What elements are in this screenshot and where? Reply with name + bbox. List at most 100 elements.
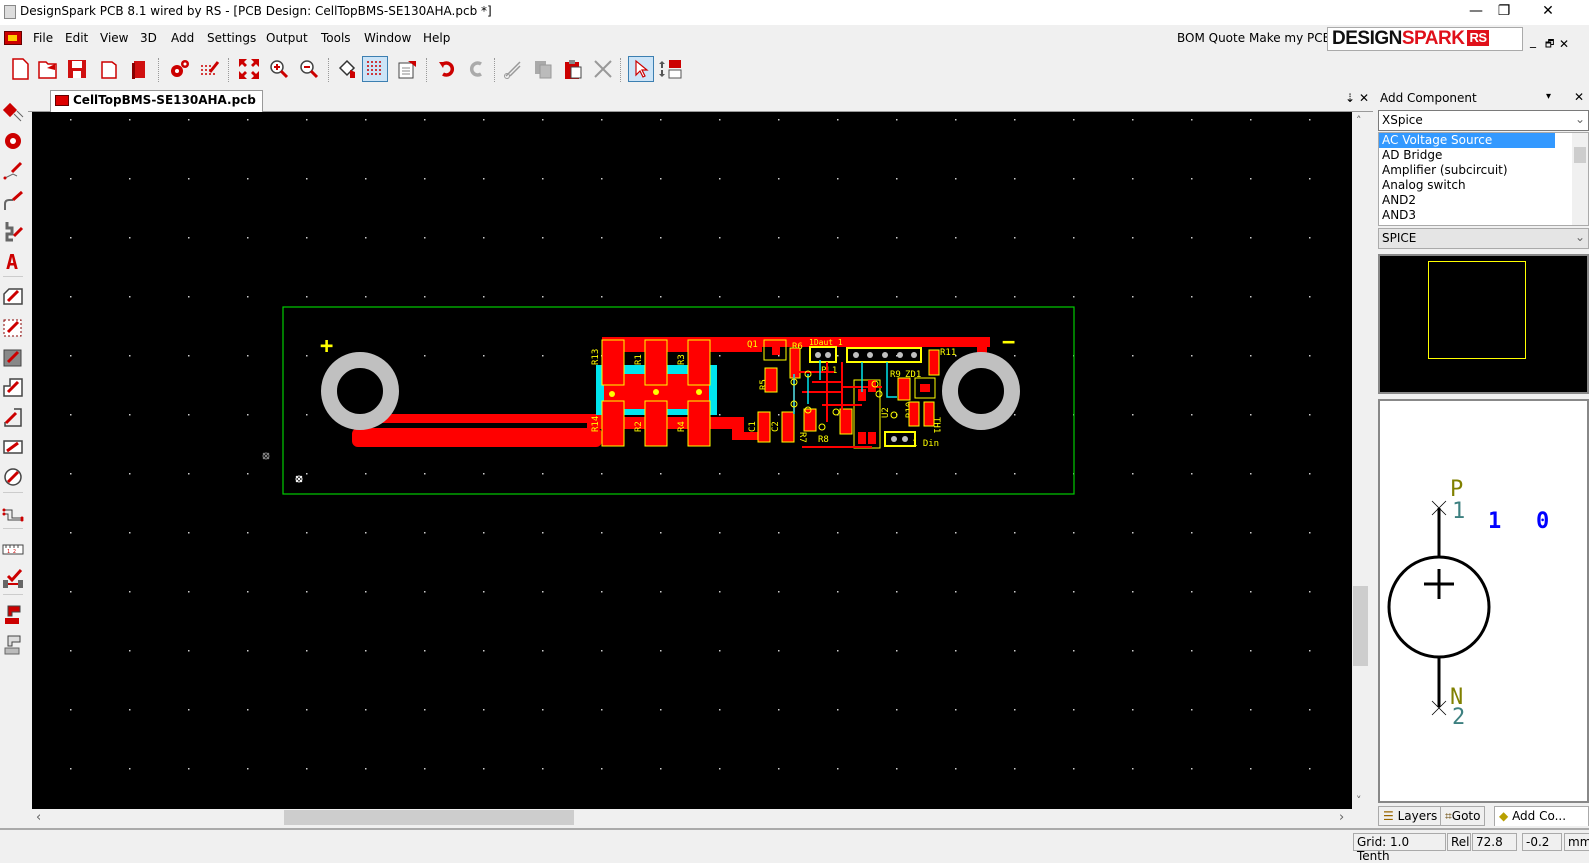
menu-edit[interactable]: Edit bbox=[65, 31, 88, 45]
add-cutout-tool[interactable] bbox=[2, 376, 24, 398]
add-component-tool[interactable] bbox=[2, 100, 24, 122]
add-dimension-tool[interactable]: 1 2 bbox=[2, 538, 24, 560]
add-shape-tool[interactable] bbox=[2, 286, 24, 308]
library-button[interactable] bbox=[126, 56, 152, 82]
menu-help[interactable]: Help bbox=[423, 31, 450, 45]
menu-3d[interactable]: 3D bbox=[140, 31, 157, 45]
panel-close-icon[interactable]: ✕ bbox=[1574, 90, 1584, 104]
add-text-tool[interactable]: A bbox=[2, 250, 24, 272]
tab-add-component[interactable]: ◆ Add Co... bbox=[1494, 806, 1589, 826]
redo-button[interactable] bbox=[464, 56, 490, 82]
pcb-design-canvas[interactable]: + − R13 R1 R3 R14 R2 R4 Q1 R6 1Daut 1 R1… bbox=[32, 112, 1352, 809]
symbol-preview: P 1 1 0 N 2 bbox=[1378, 399, 1589, 803]
menu-file[interactable]: File bbox=[33, 31, 53, 45]
open-file-button[interactable] bbox=[35, 56, 61, 82]
make-my-pcb-link[interactable]: Make my PCB bbox=[1249, 31, 1331, 45]
horizontal-scroll-thumb[interactable] bbox=[284, 810, 574, 825]
pcb-drawing[interactable]: + − R13 R1 R3 R14 R2 R4 Q1 R6 1Daut 1 R1… bbox=[32, 112, 1352, 809]
menu-settings[interactable]: Settings bbox=[207, 31, 256, 45]
properties-button[interactable] bbox=[394, 56, 420, 82]
zoom-out-button[interactable] bbox=[296, 56, 322, 82]
scroll-up-arrow-icon[interactable]: ˄ bbox=[1356, 114, 1362, 127]
mdi-close-button[interactable]: ✕ bbox=[1559, 37, 1569, 51]
add-copper-tool[interactable] bbox=[2, 346, 24, 368]
component-list[interactable]: AC Voltage Source AD Bridge Amplifier (s… bbox=[1378, 132, 1589, 226]
grid-dot bbox=[1191, 237, 1193, 239]
fill-button[interactable] bbox=[334, 56, 360, 82]
menu-tools[interactable]: Tools bbox=[321, 31, 351, 45]
undo-button[interactable] bbox=[434, 56, 460, 82]
pane-close-button[interactable]: ✕ bbox=[1359, 91, 1369, 105]
rel-toggle[interactable]: Rel bbox=[1447, 833, 1471, 851]
tab-goto[interactable]: ⌗Goto bbox=[1440, 806, 1486, 826]
add-rectangle-tool[interactable] bbox=[2, 436, 24, 458]
pcb-doc-icon[interactable] bbox=[4, 31, 22, 45]
horizontal-scrollbar[interactable]: ‹ › bbox=[32, 809, 1352, 826]
grid-dot bbox=[542, 591, 544, 593]
pane-pin-button[interactable]: ⇣ bbox=[1345, 91, 1355, 105]
grid-status[interactable]: Grid: 1.0 Tenth bbox=[1353, 833, 1446, 863]
grid-dot bbox=[70, 650, 72, 652]
add-via-tool[interactable] bbox=[2, 130, 24, 152]
delete-button[interactable] bbox=[590, 56, 616, 82]
add-curved-track-tool[interactable] bbox=[2, 190, 24, 212]
menu-view[interactable]: View bbox=[100, 31, 128, 45]
cut-button[interactable] bbox=[500, 56, 526, 82]
toolbar-separator bbox=[228, 58, 229, 82]
interaction-bar-button[interactable] bbox=[658, 56, 684, 82]
add-circle-tool[interactable] bbox=[2, 466, 24, 488]
maximize-button[interactable]: ❐ bbox=[1481, 0, 1527, 25]
add-track-tool[interactable] bbox=[2, 160, 24, 182]
grid-settings-button[interactable] bbox=[196, 56, 222, 82]
add-push-track-tool[interactable] bbox=[2, 220, 24, 242]
document-tab[interactable]: CellTopBMS-SE130AHA.pcb bbox=[50, 90, 263, 112]
zoom-in-button[interactable] bbox=[266, 56, 292, 82]
designspark-logo[interactable]: DESIGNSPARK RS bbox=[1327, 27, 1523, 51]
zoom-fit-button[interactable] bbox=[236, 56, 262, 82]
vertical-scroll-thumb[interactable] bbox=[1353, 586, 1368, 666]
design-settings-button[interactable] bbox=[166, 56, 192, 82]
grid-dot bbox=[719, 119, 721, 121]
grid-dot bbox=[247, 709, 249, 711]
design-rule-check-tool[interactable] bbox=[2, 568, 24, 590]
bom-quote-link[interactable]: BOM Quote bbox=[1177, 31, 1245, 45]
component-list-item[interactable]: Amplifier (subcircuit) bbox=[1379, 163, 1555, 178]
component-list-item[interactable]: Analog switch bbox=[1379, 178, 1555, 193]
component-list-item[interactable]: AND3 bbox=[1379, 208, 1555, 223]
library-select[interactable]: XSpice ⌄ bbox=[1378, 110, 1589, 131]
grid-dot bbox=[1073, 296, 1075, 298]
new-file-button[interactable] bbox=[7, 56, 33, 82]
select-button[interactable] bbox=[628, 56, 654, 82]
save-all-button[interactable] bbox=[96, 56, 122, 82]
scroll-down-arrow-icon[interactable]: ˅ bbox=[1356, 794, 1362, 807]
component-list-item[interactable]: AND2 bbox=[1379, 193, 1555, 208]
component-list-item[interactable]: AD Bridge bbox=[1379, 148, 1555, 163]
tab-layers-label: Layers bbox=[1397, 809, 1438, 823]
grid-toggle-button[interactable] bbox=[362, 56, 388, 82]
mdi-minimize-button[interactable]: _ bbox=[1530, 34, 1536, 48]
scroll-right-arrow-icon[interactable]: › bbox=[1339, 810, 1344, 825]
scroll-left-arrow-icon[interactable]: ‹ bbox=[36, 810, 41, 825]
route-net-tool[interactable] bbox=[2, 502, 24, 524]
units-status[interactable]: mm bbox=[1564, 833, 1589, 851]
list-scrollbar[interactable] bbox=[1572, 133, 1588, 225]
panel-pin-icon[interactable]: ▾ bbox=[1546, 91, 1551, 102]
unpour-copper-tool[interactable] bbox=[2, 634, 24, 656]
grid-dot bbox=[1191, 178, 1193, 180]
menu-window[interactable]: Window bbox=[364, 31, 411, 45]
type-select[interactable]: SPICE ⌄ bbox=[1378, 228, 1589, 249]
menu-output[interactable]: Output bbox=[266, 31, 308, 45]
vertical-scrollbar[interactable]: ˄ ˅ bbox=[1352, 112, 1369, 809]
label-r11: R11 bbox=[940, 348, 956, 358]
paste-button[interactable] bbox=[560, 56, 586, 82]
tab-layers[interactable]: ☰ Layers bbox=[1378, 806, 1443, 826]
copy-button[interactable] bbox=[530, 56, 556, 82]
list-scroll-thumb[interactable] bbox=[1574, 147, 1586, 163]
add-template-tool[interactable] bbox=[2, 316, 24, 338]
close-button[interactable]: ✕ bbox=[1525, 0, 1571, 25]
menu-add[interactable]: Add bbox=[171, 31, 194, 45]
save-button[interactable] bbox=[64, 56, 90, 82]
pour-copper-tool[interactable] bbox=[2, 604, 24, 626]
add-board-tool[interactable] bbox=[2, 406, 24, 428]
component-list-item[interactable]: AC Voltage Source bbox=[1379, 133, 1555, 148]
